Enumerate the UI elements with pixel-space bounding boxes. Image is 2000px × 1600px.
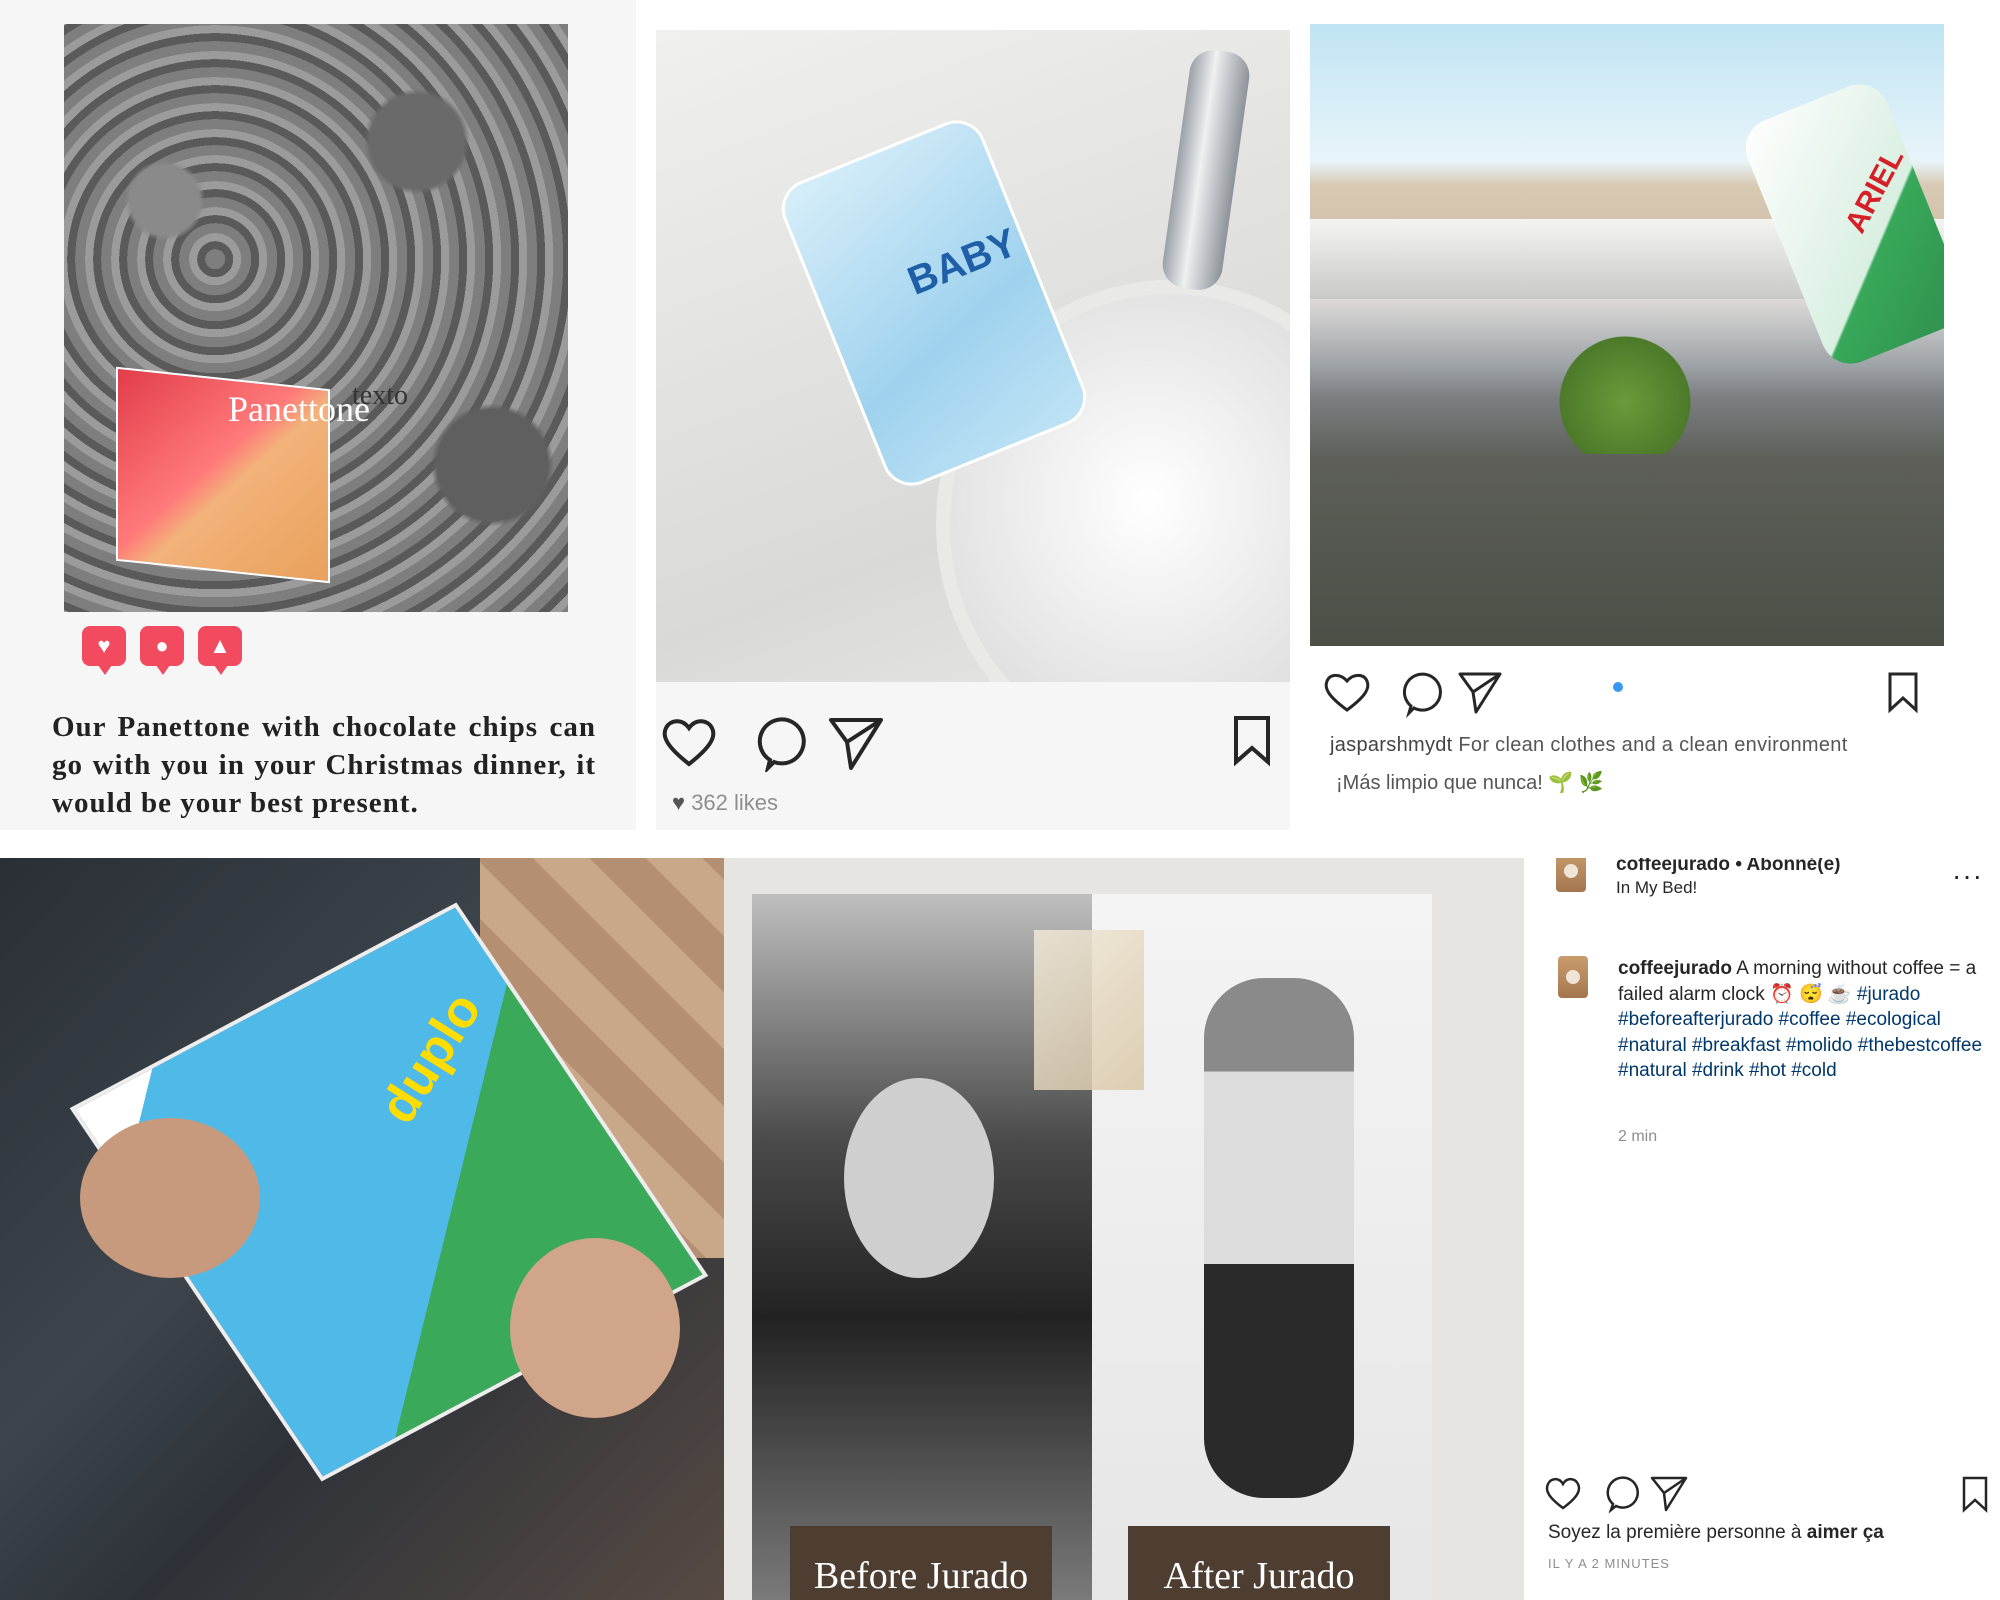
comment-username[interactable]: coffeejurado <box>1618 958 1732 979</box>
panettone-post: Panettone texto ♥ ● ▲ Our Panettone with… <box>0 0 636 830</box>
heart-icon[interactable] <box>662 719 716 767</box>
heart-icon[interactable] <box>1545 1477 1581 1510</box>
avatar[interactable] <box>1556 858 1586 892</box>
share-icon[interactable] <box>1650 1476 1688 1512</box>
share-icon[interactable] <box>1458 672 1502 714</box>
faucet-shape <box>1159 46 1253 294</box>
carousel-dot <box>1613 682 1623 692</box>
first-like-text: Soyez la première personne à <box>1548 1522 1807 1543</box>
first-like-prompt: Soyez la première personne à aimer ça <box>1548 1522 1884 1544</box>
posted-time: IL Y A 2 MINUTES <box>1548 1556 1670 1571</box>
action-bar <box>1310 664 1944 720</box>
bookmark-icon[interactable] <box>1888 672 1918 714</box>
like-notification-icon: ♥ <box>82 626 126 675</box>
share-icon[interactable] <box>829 718 883 770</box>
before-after-post: Before Jurado After Jurado <box>724 858 1524 1600</box>
coffee-package <box>1034 930 1144 1090</box>
comment-icon[interactable] <box>1403 672 1442 719</box>
instagram-comments-panel: coffeejurado • Abonné(e) In My Bed! ··· … <box>1524 858 2000 1600</box>
heart-icon[interactable] <box>1324 673 1370 712</box>
panettone-box-label: Panettone <box>228 389 370 429</box>
heart-filled-icon: ♥ <box>672 790 692 815</box>
bookmark-icon[interactable] <box>1234 716 1270 767</box>
action-bar <box>656 712 1290 772</box>
plant-shape <box>1550 324 1700 454</box>
follower-notification-icon: ▲ <box>198 626 242 675</box>
duplo-photo: duplo <box>0 858 724 1600</box>
more-options-icon[interactable]: ··· <box>1952 860 1983 892</box>
location[interactable]: In My Bed! <box>1616 878 1697 898</box>
post-caption: Our Panettone with chocolate chips can g… <box>52 711 596 819</box>
divider <box>0 830 2000 858</box>
sleepy-face <box>844 1078 994 1278</box>
after-label: After Jurado <box>1128 1526 1390 1600</box>
caption-username[interactable]: jasparshmydt <box>1330 734 1453 756</box>
comment-body: coffeejurado A morning without coffee = … <box>1618 956 1990 1084</box>
bookmark-icon[interactable] <box>1962 1476 1988 1513</box>
comment-icon[interactable] <box>757 717 806 772</box>
street-photo: ARIEL <box>1310 24 1944 646</box>
left-hand <box>80 1118 260 1278</box>
right-hand <box>510 1238 680 1418</box>
action-bar <box>1544 1472 1994 1514</box>
like-link[interactable]: aimer ça <box>1807 1522 1884 1543</box>
baby-wipes-post: BABY ♥ 362 likes <box>656 30 1290 830</box>
header-username[interactable]: coffeejurado <box>1616 858 1730 875</box>
ariel-post: ARIEL jasparshmydt For clean clothes and… <box>1310 24 1950 814</box>
follow-status: • Abonné(e) <box>1735 858 1841 875</box>
header-user: coffeejurado • Abonné(e) <box>1616 858 1840 876</box>
likes-count: ♥ 362 likes <box>672 790 779 815</box>
overlay-text: texto <box>352 380 408 411</box>
jumping-person <box>1204 978 1354 1498</box>
comment-time: 2 min <box>1618 1128 1658 1145</box>
caption-line-2: ¡Más limpio que nunca! 🌱 🌿 <box>1336 772 1604 794</box>
post-caption: jasparshmydt For clean clothes and a cle… <box>1330 734 1848 757</box>
caption-text: For clean clothes and a clean environmen… <box>1458 734 1848 756</box>
comment-notification-icon: ● <box>140 626 184 675</box>
bathroom-photo: BABY <box>656 30 1290 682</box>
comment-icon[interactable] <box>1606 1476 1639 1514</box>
comment-avatar[interactable] <box>1558 956 1588 998</box>
before-label: Before Jurado <box>790 1526 1052 1600</box>
